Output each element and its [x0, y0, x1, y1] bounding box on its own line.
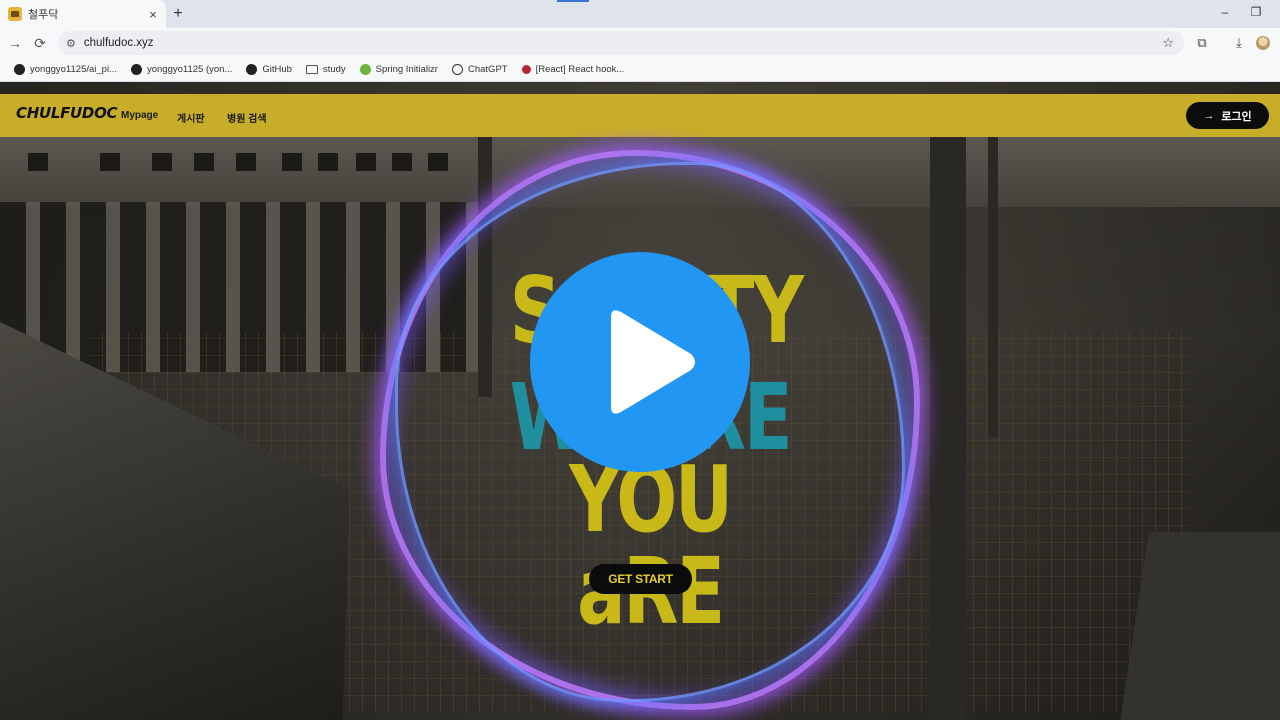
tab-close-icon[interactable]: ×	[144, 7, 162, 22]
bookmark-label: GitHub	[262, 64, 292, 75]
bookmark-item[interactable]: yonggyo1125 (yon...	[130, 64, 233, 75]
bookmark-label: yonggyo1125 (yon...	[146, 64, 233, 75]
browser-tab[interactable]: 철푸닥 ×	[0, 0, 166, 28]
bookmark-label: study	[322, 64, 346, 75]
get-start-button[interactable]: GET START	[589, 564, 692, 594]
chatgpt-icon	[451, 64, 463, 75]
folder-icon	[305, 65, 318, 74]
site-info-icon[interactable]: ⚙	[66, 37, 76, 50]
pillar	[930, 137, 966, 720]
nav-hospital-search[interactable]: 병원 검색	[227, 110, 267, 125]
bookmarks-bar: yonggyo1125/ai_pi... yonggyo1125 (yon...…	[0, 58, 1280, 82]
github-icon	[246, 64, 258, 75]
bookmark-item[interactable]: ChatGPT	[451, 64, 508, 75]
pillar	[988, 137, 998, 437]
url-text[interactable]: chulfudoc.xyz	[84, 37, 1154, 49]
github-icon	[130, 64, 142, 75]
forward-icon[interactable]: →	[2, 30, 28, 56]
bookmark-label: ChatGPT	[467, 64, 508, 75]
spring-icon	[359, 64, 371, 75]
bookmark-star-icon[interactable]: ☆	[1162, 35, 1174, 51]
site-logo[interactable]: CHULFUDOC	[16, 104, 118, 122]
site-favicon-icon	[8, 7, 22, 21]
bookmark-item[interactable]: Spring Initializr	[359, 64, 438, 75]
new-tab-button[interactable]: +	[168, 4, 188, 24]
nav-mypage[interactable]: Mypage	[121, 110, 158, 121]
video-play-button[interactable]	[530, 252, 750, 472]
extensions-icon[interactable]: ⧉	[1190, 31, 1214, 55]
reload-icon[interactable]: ⟳	[27, 30, 53, 56]
profile-avatar[interactable]	[1256, 36, 1270, 50]
bookmark-item[interactable]: yonggyo1125/ai_pi...	[14, 64, 117, 75]
react-icon	[521, 65, 531, 74]
nav-board[interactable]: 게시판	[177, 110, 205, 125]
minimize-button[interactable]: –	[1210, 5, 1240, 19]
login-label: 로그인	[1221, 110, 1252, 123]
web-page: CHULFUDOC Mypage 게시판 병원 검색 → 로그인 SAFETY …	[0, 82, 1280, 720]
browser-toolbar: → ⟳ ⚙ chulfudoc.xyz ☆ ⧉ ⤓	[0, 28, 1280, 58]
bookmark-label: yonggyo1125/ai_pi...	[30, 64, 117, 75]
address-bar[interactable]: ⚙ chulfudoc.xyz ☆	[58, 31, 1184, 55]
tab-strip-indicator	[557, 0, 589, 2]
restore-button[interactable]: ❐	[1241, 5, 1271, 19]
download-icon[interactable]: ⤓	[1227, 31, 1251, 55]
github-icon	[14, 64, 25, 75]
login-button[interactable]: → 로그인	[1186, 102, 1269, 129]
tab-title: 철푸닥	[28, 9, 59, 21]
bookmark-item[interactable]: GitHub	[246, 64, 292, 75]
browser-tabstrip: 철푸닥 × + – ❐	[0, 0, 1280, 28]
bookmark-label: [React] React hook...	[535, 64, 625, 75]
play-icon	[611, 310, 695, 414]
hero-line-3: YOU aRE	[569, 446, 733, 638]
bookmark-item[interactable]: [React] React hook...	[521, 64, 625, 75]
bookmark-label: Spring Initializr	[375, 64, 438, 75]
login-icon: →	[1203, 109, 1215, 122]
site-header: CHULFUDOC Mypage 게시판 병원 검색 → 로그인	[0, 94, 1280, 137]
bookmark-item[interactable]: study	[305, 64, 346, 75]
